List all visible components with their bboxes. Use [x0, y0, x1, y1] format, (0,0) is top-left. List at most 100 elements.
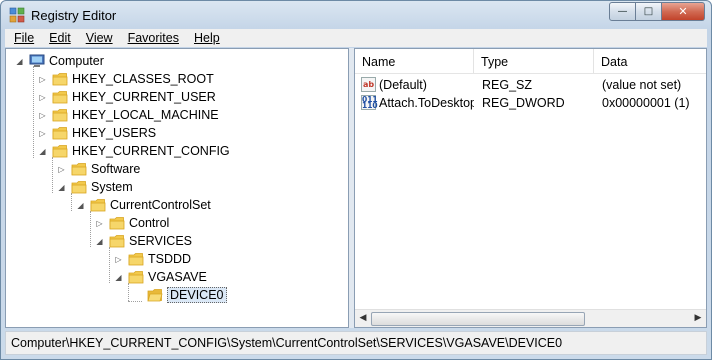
- menu-help-label: Help: [193, 31, 220, 45]
- value-row[interactable]: ab (Default) REG_SZ (value not set): [355, 76, 706, 94]
- tree-node-label: CurrentControlSet: [110, 198, 211, 212]
- maximize-icon: □: [643, 6, 654, 17]
- tree-connector: [33, 66, 34, 158]
- column-header-label: Data: [601, 55, 628, 69]
- tree-connector: [109, 247, 110, 283]
- menu-view-label: View: [85, 31, 113, 45]
- tree-node-hkey-classes-root[interactable]: ▷ HKEY_CLASSES_ROOT: [38, 70, 214, 88]
- value-data: 0x00000001 (1): [602, 96, 690, 110]
- expand-arrow-icon[interactable]: ▷: [38, 129, 47, 138]
- menu-help[interactable]: Help: [185, 31, 226, 45]
- folder-icon: [71, 180, 87, 194]
- tree-node-services[interactable]: ◢ SERVICES: [95, 232, 192, 250]
- expand-arrow-icon[interactable]: ▷: [38, 93, 47, 102]
- menu-bar: File Edit View Favorites Help: [5, 29, 707, 47]
- tree-node-label: System: [91, 180, 133, 194]
- values-list-pane[interactable]: Name Type Data ab (Default) REG_SZ (valu…: [354, 48, 707, 328]
- expand-arrow-icon[interactable]: ▷: [57, 165, 66, 174]
- folder-icon: [71, 162, 87, 176]
- tree-node-label: HKEY_USERS: [72, 126, 157, 140]
- tree-node-software[interactable]: ▷ Software: [57, 160, 140, 178]
- folder-icon: [90, 198, 106, 212]
- tree-node-label: Control: [129, 216, 170, 230]
- registry-editor-window: Registry Editor — □ ✕ File Edit View Fav…: [0, 0, 712, 360]
- registry-tree-pane[interactable]: ◢ Computer ▷ HKEY_CLASSES_ROOT ▷ HKEY_CU…: [5, 48, 349, 328]
- folder-icon: [128, 270, 144, 284]
- value-type: REG_SZ: [482, 78, 533, 92]
- collapse-arrow-icon[interactable]: ◢: [76, 201, 85, 210]
- value-row[interactable]: 011 110 Attach.ToDesktop REG_DWORD 0x0000…: [355, 94, 706, 112]
- close-button[interactable]: ✕: [662, 2, 705, 21]
- scroll-left-icon[interactable]: ◀: [358, 313, 368, 323]
- value-name: (Default): [379, 78, 427, 92]
- tree-node-control[interactable]: ▷ Control: [95, 214, 169, 232]
- collapse-arrow-icon[interactable]: ◢: [95, 237, 104, 246]
- tree-node-hkey-current-config[interactable]: ◢ HKEY_CURRENT_CONFIG: [38, 142, 229, 160]
- collapse-arrow-icon[interactable]: ◢: [38, 147, 47, 156]
- scrollbar-thumb[interactable]: [371, 312, 585, 326]
- collapse-arrow-icon[interactable]: ◢: [15, 57, 24, 66]
- menu-file[interactable]: File: [5, 31, 40, 45]
- value-type: REG_DWORD: [482, 96, 565, 110]
- tree-connector: [128, 301, 142, 302]
- tree-node-tsddd[interactable]: ▷ TSDDD: [114, 250, 191, 268]
- tree-node-label: Software: [91, 162, 141, 176]
- window-title: Registry Editor: [31, 8, 117, 23]
- maximize-button[interactable]: □: [636, 2, 662, 21]
- list-header: Name Type Data: [355, 49, 706, 74]
- column-header-data[interactable]: Data: [594, 49, 706, 73]
- expand-arrow-icon[interactable]: ▷: [95, 219, 104, 228]
- expand-arrow-icon[interactable]: ▷: [38, 75, 47, 84]
- dword-value-icon: 011 110: [361, 95, 378, 110]
- folder-icon: [128, 252, 144, 266]
- tree-node-currentcontrolset[interactable]: ◢ CurrentControlSet: [76, 196, 211, 214]
- expand-arrow-icon[interactable]: ▷: [38, 111, 47, 120]
- tree-node-label-selected: DEVICE0: [167, 287, 227, 303]
- folder-icon: [52, 108, 68, 122]
- horizontal-scrollbar[interactable]: ◀ ▶: [355, 309, 706, 327]
- string-value-icon: ab: [361, 77, 376, 92]
- tree-node-hkey-current-user[interactable]: ▷ HKEY_CURRENT_USER: [38, 88, 216, 106]
- menu-favorites[interactable]: Favorites: [119, 31, 185, 45]
- close-icon: ✕: [678, 5, 688, 18]
- tree-node-label: HKEY_CURRENT_USER: [72, 90, 216, 104]
- minimize-button[interactable]: —: [609, 2, 636, 21]
- collapse-arrow-icon[interactable]: ◢: [114, 273, 123, 282]
- folder-icon: [109, 216, 125, 230]
- folder-icon: [52, 126, 68, 140]
- tree-node-label: VGASAVE: [148, 270, 207, 284]
- folder-icon: [52, 90, 68, 104]
- menu-edit-label: Edit: [49, 31, 71, 45]
- tree-node-device0[interactable]: DEVICE0: [147, 286, 227, 304]
- menu-file-label: File: [14, 31, 35, 45]
- tree-node-hkey-local-machine[interactable]: ▷ HKEY_LOCAL_MACHINE: [38, 106, 218, 124]
- caption-buttons: — □ ✕: [609, 2, 705, 21]
- tree-node-label: TSDDD: [148, 252, 192, 266]
- menu-favorites-label: Favorites: [127, 31, 179, 45]
- tree-connector: [52, 157, 53, 193]
- title-bar[interactable]: Registry Editor — □ ✕: [1, 1, 711, 29]
- column-header-label: Name: [362, 55, 396, 69]
- scroll-right-icon[interactable]: ▶: [693, 313, 703, 323]
- tree-node-label: Computer: [49, 54, 104, 68]
- tree-node-label: SERVICES: [129, 234, 192, 248]
- column-header-name[interactable]: Name: [355, 49, 474, 73]
- tree-node-computer[interactable]: ◢ Computer: [15, 52, 104, 70]
- value-data: (value not set): [602, 78, 682, 92]
- minimize-icon: —: [617, 6, 628, 17]
- menu-view[interactable]: View: [77, 31, 119, 45]
- open-folder-icon: [147, 288, 163, 302]
- collapse-arrow-icon[interactable]: ◢: [57, 183, 66, 192]
- column-header-type[interactable]: Type: [474, 49, 594, 73]
- tree-connector: [90, 211, 91, 247]
- value-name: Attach.ToDesktop: [379, 96, 474, 110]
- computer-icon: [29, 54, 45, 68]
- tree-node-hkey-users[interactable]: ▷ HKEY_USERS: [38, 124, 156, 142]
- tree-node-label: HKEY_CLASSES_ROOT: [72, 72, 214, 86]
- registry-editor-icon: [9, 7, 25, 23]
- folder-icon: [52, 72, 68, 86]
- tree-node-system[interactable]: ◢ System: [57, 178, 133, 196]
- menu-edit[interactable]: Edit: [40, 31, 77, 45]
- tree-node-vgasave[interactable]: ◢ VGASAVE: [114, 268, 207, 286]
- expand-arrow-icon[interactable]: ▷: [114, 255, 123, 264]
